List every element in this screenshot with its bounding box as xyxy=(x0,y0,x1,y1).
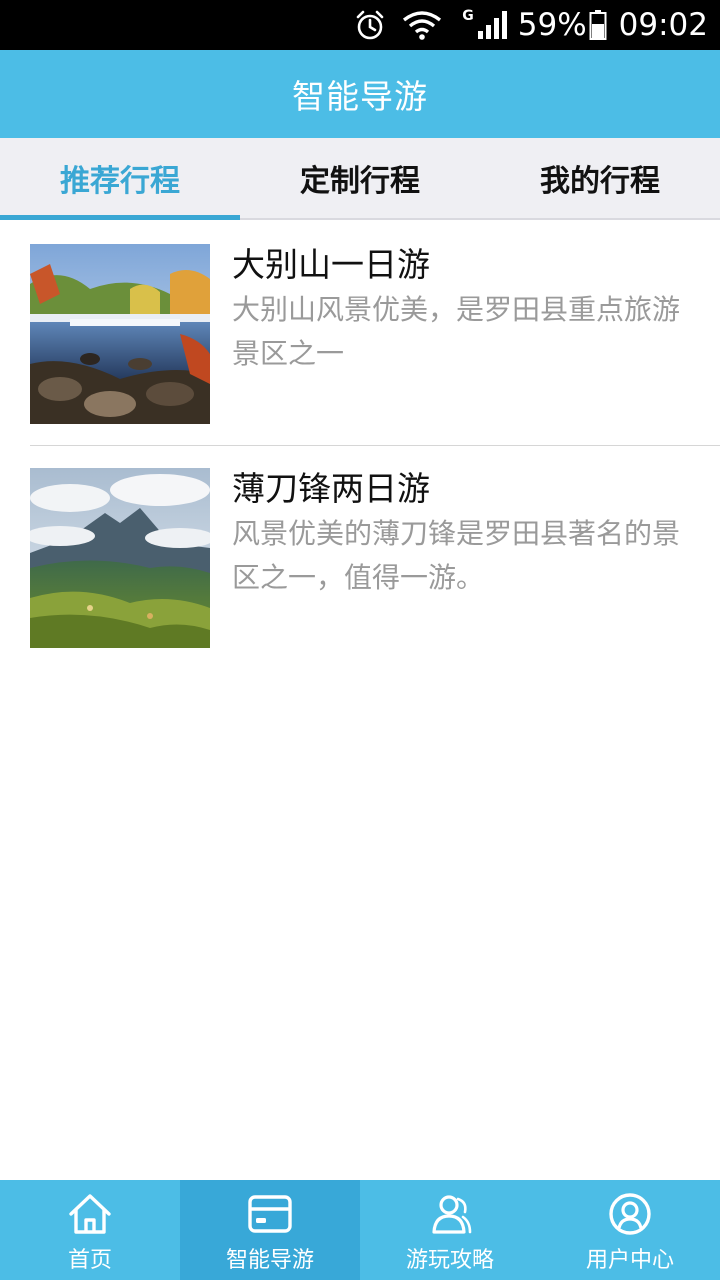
card-icon xyxy=(247,1192,293,1236)
wifi-icon xyxy=(400,9,444,41)
trip-list: 大别山一日游 大别山风景优美，是罗田县重点旅游景区之一 薄刀锋两日游 风景优美的… xyxy=(0,222,720,670)
nav-travel-guide-label: 游玩攻略 xyxy=(405,1248,494,1273)
user-icon xyxy=(607,1192,653,1236)
trip-description: 大别山风景优美，是罗田县重点旅游景区之一 xyxy=(232,293,681,370)
trip-description: 风景优美的薄刀锋是罗田县著名的景区之一，值得一游。 xyxy=(232,517,681,594)
battery-percent: 59% xyxy=(517,7,587,43)
nav-home-label: 首页 xyxy=(67,1248,112,1273)
tab-custom-trips[interactable]: 定制行程 xyxy=(240,138,480,218)
trip-info: 薄刀锋两日游 风景优美的薄刀锋是罗田县著名的景区之一，值得一游。 xyxy=(232,468,692,600)
clock-time: 09:02 xyxy=(618,7,708,43)
trip-title: 薄刀锋两日游 xyxy=(232,469,430,508)
trip-list-item[interactable]: 薄刀锋两日游 风景优美的薄刀锋是罗田县著名的景区之一，值得一游。 xyxy=(0,446,720,670)
signal-icon xyxy=(476,9,510,41)
nav-user-center[interactable]: 用户中心 xyxy=(540,1180,720,1280)
nav-user-center-label: 用户中心 xyxy=(585,1248,674,1273)
trip-info: 大别山一日游 大别山风景优美，是罗田县重点旅游景区之一 xyxy=(232,244,692,376)
people-icon xyxy=(427,1192,473,1236)
nav-smart-guide-label: 智能导游 xyxy=(225,1248,314,1273)
network-type-label: G xyxy=(462,8,474,24)
home-icon xyxy=(67,1192,113,1236)
bottom-navigation: 首页 智能导游 游玩攻略 用户中心 xyxy=(0,1180,720,1280)
nav-travel-guide[interactable]: 游玩攻略 xyxy=(360,1180,540,1280)
tab-my-trips[interactable]: 我的行程 xyxy=(480,138,720,218)
trip-list-item[interactable]: 大别山一日游 大别山风景优美，是罗田县重点旅游景区之一 xyxy=(0,222,720,446)
mountain-landscape-thumbnail xyxy=(30,468,210,648)
page-title: 智能导游 xyxy=(292,77,428,116)
tab-recommended-trips[interactable]: 推荐行程 xyxy=(0,138,240,220)
app-header: 智能导游 xyxy=(0,50,720,138)
trip-title: 大别山一日游 xyxy=(232,245,430,284)
nav-smart-guide[interactable]: 智能导游 xyxy=(180,1180,360,1280)
status-bar-right: G 59% 09:02 xyxy=(340,0,708,50)
alarm-icon xyxy=(354,9,386,41)
top-tab-bar: 推荐行程 定制行程 我的行程 xyxy=(0,138,720,220)
status-bar: G 59% 09:02 xyxy=(0,0,720,50)
river-landscape-thumbnail xyxy=(30,244,210,424)
battery-icon xyxy=(589,9,607,41)
nav-home[interactable]: 首页 xyxy=(0,1180,180,1280)
